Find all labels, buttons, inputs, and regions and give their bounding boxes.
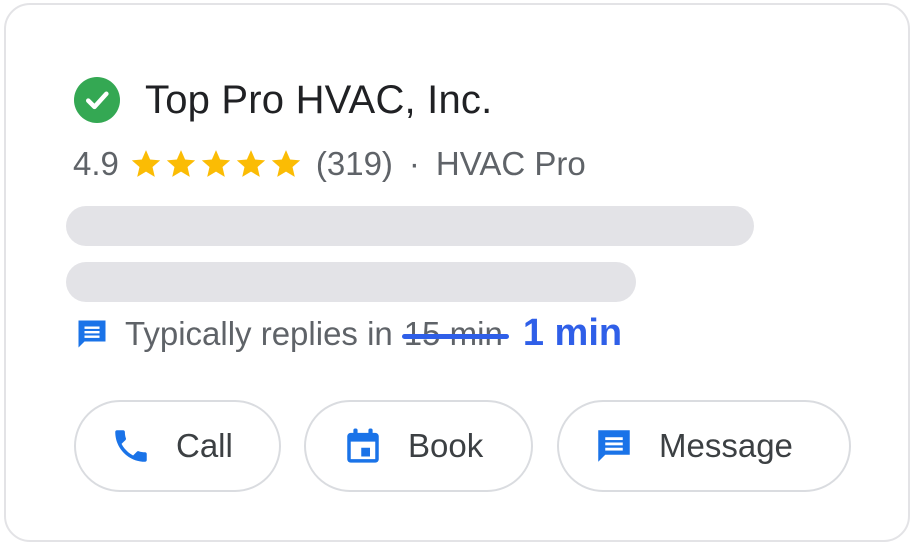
business-name[interactable]: Top Pro HVAC, Inc. bbox=[145, 78, 492, 123]
skeleton-line-2 bbox=[66, 262, 636, 302]
star-icon bbox=[236, 150, 266, 177]
rating-row: 4.9 (319) · HVAC Pro bbox=[73, 145, 586, 183]
reply-prefix: Typically replies in bbox=[125, 314, 393, 352]
star-icon bbox=[201, 150, 231, 177]
business-card: Top Pro HVAC, Inc. 4.9 (319) · HVAC Pro … bbox=[4, 3, 910, 542]
star-icon bbox=[271, 150, 301, 177]
call-label: Call bbox=[176, 427, 233, 464]
message-label: Message bbox=[659, 427, 793, 464]
book-button[interactable]: Book bbox=[304, 400, 533, 492]
star-icon bbox=[166, 150, 196, 177]
message-icon bbox=[598, 430, 630, 462]
verified-check-icon bbox=[74, 77, 120, 123]
separator-dot: · bbox=[408, 145, 420, 182]
calendar-icon bbox=[347, 428, 379, 463]
star-icon bbox=[131, 150, 161, 177]
reply-time-row: Typically replies in 15 min 1 min bbox=[74, 312, 622, 355]
call-button[interactable]: Call bbox=[74, 400, 281, 492]
star-rating bbox=[129, 147, 304, 181]
review-count[interactable]: (319) bbox=[316, 145, 393, 183]
skeleton-line-1 bbox=[66, 206, 754, 246]
message-icon bbox=[78, 320, 106, 347]
new-reply-time: 1 min bbox=[522, 312, 623, 354]
message-button[interactable]: Message bbox=[557, 400, 851, 492]
title-row: Top Pro HVAC, Inc. bbox=[74, 77, 492, 123]
phone-icon bbox=[115, 430, 147, 462]
rating-value: 4.9 bbox=[73, 145, 119, 182]
business-category: HVAC Pro bbox=[435, 145, 586, 182]
old-reply-time: 15 min bbox=[401, 314, 509, 352]
book-label: Book bbox=[408, 427, 484, 464]
